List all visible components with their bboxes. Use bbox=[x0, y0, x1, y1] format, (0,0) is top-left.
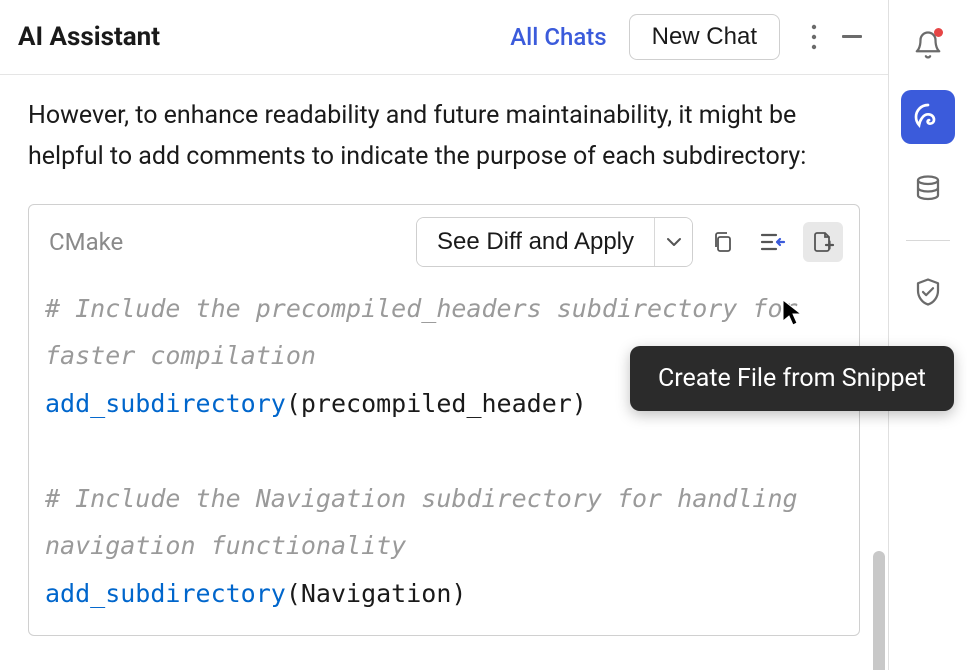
right-sidebar bbox=[889, 0, 967, 670]
main-panel: AI Assistant All Chats New Chat However,… bbox=[0, 0, 889, 670]
notifications-icon[interactable] bbox=[901, 18, 955, 72]
panel-title: AI Assistant bbox=[18, 22, 160, 52]
new-chat-button[interactable]: New Chat bbox=[629, 14, 780, 60]
code-body: # Include the precompiled_headers subdir… bbox=[29, 277, 859, 636]
minimize-icon[interactable] bbox=[834, 19, 870, 55]
header: AI Assistant All Chats New Chat bbox=[0, 0, 888, 75]
diff-dropdown-button[interactable] bbox=[654, 218, 692, 266]
ai-assistant-icon[interactable] bbox=[901, 90, 955, 144]
notification-dot bbox=[934, 28, 943, 37]
copy-icon[interactable] bbox=[703, 222, 743, 262]
code-block: CMake See Diff and Apply # Inclu bbox=[28, 204, 860, 637]
see-diff-apply-button[interactable]: See Diff and Apply bbox=[417, 218, 654, 266]
create-file-from-snippet-icon[interactable] bbox=[803, 222, 843, 262]
sidebar-divider bbox=[906, 240, 950, 241]
insert-at-caret-icon[interactable] bbox=[753, 222, 793, 262]
diff-apply-group: See Diff and Apply bbox=[416, 217, 693, 267]
shield-icon[interactable] bbox=[901, 265, 955, 319]
assistant-message: However, to enhance readability and futu… bbox=[28, 95, 860, 178]
database-icon[interactable] bbox=[901, 162, 955, 216]
all-chats-link[interactable]: All Chats bbox=[510, 23, 606, 51]
more-icon[interactable] bbox=[796, 19, 832, 55]
tooltip: Create File from Snippet bbox=[630, 346, 954, 411]
code-block-header: CMake See Diff and Apply bbox=[29, 205, 859, 277]
code-language-label: CMake bbox=[45, 228, 123, 256]
scrollbar-thumb[interactable] bbox=[873, 551, 885, 670]
